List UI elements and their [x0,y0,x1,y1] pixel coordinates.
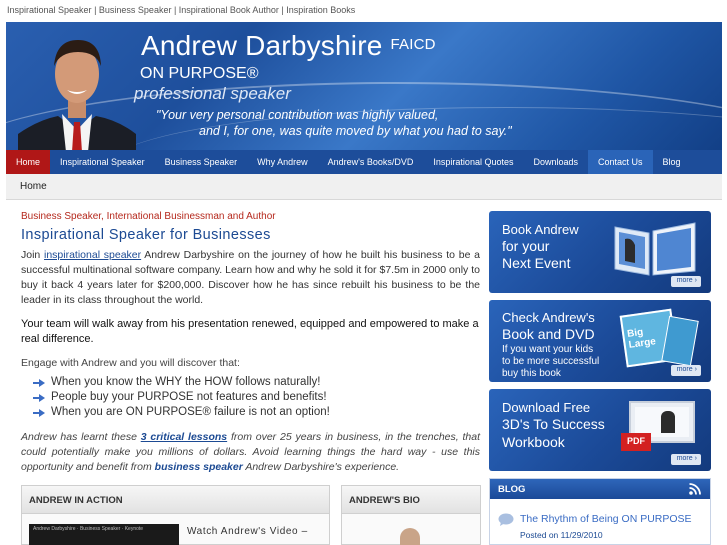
banner-purpose: ON PURPOSE® [140,65,259,82]
nav-downloads[interactable]: Downloads [523,150,588,174]
top-separator: | [91,5,99,15]
andrew-bio-box: ANDREW'S BIO [341,485,481,545]
speaker-portrait [18,40,136,152]
dvd-case-image [661,315,699,367]
promo-line: Workbook [502,434,565,450]
promo-book-dvd[interactable]: Check Andrew's Book and DVD If you want … [489,300,711,382]
inspirational-speaker-link[interactable]: inspirational speaker [44,249,141,261]
list-item: People buy your PURPOSE not features and… [33,390,480,405]
critical-lessons-link[interactable]: 3 critical lessons [141,431,227,443]
banner-speaker-name: Andrew Darbyshire FAICD [141,30,436,61]
more-button[interactable]: more [671,365,701,376]
promo-subline: to be more successful [502,356,600,367]
watch-video-text: Watch Andrew's Video – [187,526,308,537]
banner-credential: FAICD [390,36,436,53]
more-button[interactable]: more [671,276,701,287]
rss-icon[interactable] [688,482,702,496]
andrew-in-action-title: ANDREW IN ACTION [22,486,329,514]
andrew-in-action-box: ANDREW IN ACTION Andrew Darbyshire · Bus… [21,485,330,545]
nav-why-andrew[interactable]: Why Andrew [247,150,318,174]
main-content: Business Speaker, International Business… [21,211,480,475]
lessons-paragraph: Andrew has learnt these 3 critical lesso… [21,431,480,473]
banner-role: professional speaker [134,84,291,103]
nav-inspirational-speaker[interactable]: Inspirational Speaker [50,150,155,174]
business-speaker-emphasis: business speaker [154,461,243,473]
promo-book-andrew[interactable]: Book Andrew for your Next Event more [489,211,711,293]
promo-line: Book and DVD [502,326,595,342]
blog-header: BLOG [490,479,710,499]
andrew-bio-title: ANDREW'S BIO [342,486,480,514]
nav-inspirational-quotes[interactable]: Inspirational Quotes [423,150,523,174]
banner-quote-line1: "Your very personal contribution was hig… [156,108,439,122]
promo-line: 3D's To Success [502,416,605,432]
nav-business-speaker[interactable]: Business Speaker [155,150,248,174]
blog-post-item[interactable]: The Rhythm of Being ON PURPOSE [498,513,692,526]
presentation-screens-icon [614,222,696,276]
top-link-inspirational-speaker[interactable]: Inspirational Speaker [7,5,92,15]
video-caption: Andrew Darbyshire · Business Speaker · K… [33,526,144,532]
pdf-icon: PDF [621,433,651,451]
header-banner: Andrew Darbyshire FAICD ON PURPOSE® profe… [6,22,722,152]
breadcrumb-home[interactable]: Home [20,181,47,192]
top-links: Inspirational Speaker | Business Speaker… [0,0,727,22]
promo-line: for your [502,238,550,254]
promo-line: Next Event [502,255,571,271]
page-tagline: Business Speaker, International Business… [21,211,276,222]
bio-avatar [400,528,420,545]
top-link-book-author[interactable]: Inspirational Book Author [179,5,279,15]
banner-quote-line2: and I, for one, was quite moved by what … [199,124,512,138]
promo-line: Download Free [502,400,591,415]
top-link-inspiration-books[interactable]: Inspiration Books [286,5,355,15]
more-button[interactable]: more [671,454,701,465]
promo-download-workbook[interactable]: Download Free 3D's To Success Workbook P… [489,389,711,471]
top-link-business-speaker[interactable]: Business Speaker [99,5,172,15]
arrow-right-icon [33,378,45,387]
arrow-right-icon [33,408,45,417]
breadcrumb: Home [6,174,722,200]
speech-bubble-icon [498,513,514,526]
nav-books-dvd[interactable]: Andrew's Books/DVD [318,150,424,174]
blog-widget: BLOG The Rhythm of Being ON PURPOSE Post… [489,478,711,545]
promo-subline: If you want your kids [502,344,594,355]
lessons-list: When you know the WHY the HOW follows na… [33,375,480,420]
list-item: When you are ON PURPOSE® failure is not … [33,405,480,420]
engage-paragraph: Engage with Andrew and you will discover… [21,357,240,369]
nav-home[interactable]: Home [6,150,51,174]
top-separator: | [171,5,179,15]
promo-line: Check Andrew's [502,310,595,325]
blog-title: BLOG [498,484,526,495]
promo-line: Book Andrew [502,222,579,237]
nav-blog[interactable]: Blog [653,150,691,174]
blog-post-date: Posted on 11/29/2010 [520,530,603,540]
list-item: When you know the WHY the HOW follows na… [33,375,480,390]
page-title: Inspirational Speaker for Businesses [21,227,271,243]
team-paragraph: Your team will walk away from his presen… [21,318,479,345]
arrow-right-icon [33,393,45,402]
video-thumbnail[interactable]: Andrew Darbyshire · Business Speaker · K… [29,524,179,545]
nav-contact-us[interactable]: Contact Us [588,150,653,174]
blog-post-title[interactable]: The Rhythm of Being ON PURPOSE [520,513,692,525]
main-nav: Home Inspirational Speaker Business Spea… [6,150,722,174]
intro-paragraph: Join inspirational speaker Andrew Darbys… [21,249,480,306]
promo-subline: buy this book [502,368,561,379]
